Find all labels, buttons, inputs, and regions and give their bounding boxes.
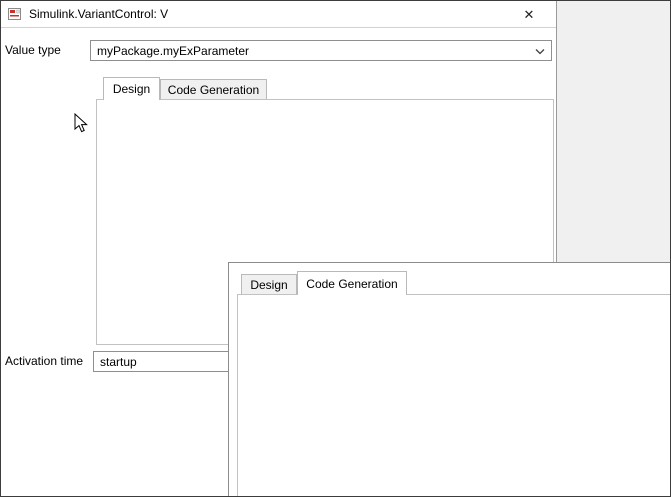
value-type-label: Value type: [5, 40, 61, 61]
value-type-combo[interactable]: myPackage.myExParameter: [90, 40, 552, 61]
mouse-cursor-icon: [74, 113, 88, 133]
activation-time-value: startup: [100, 355, 137, 369]
activation-time-label: Activation time: [5, 351, 83, 372]
window-title: Simulink.VariantControl: V: [29, 1, 168, 27]
dialog-icon: [7, 6, 23, 22]
tab-design[interactable]: Design: [103, 77, 160, 100]
value-type-value: myPackage.myExParameter: [97, 44, 249, 58]
code-generation-panel: Design Code Generation Storage class: my…: [228, 262, 670, 496]
close-icon[interactable]: ✕: [515, 4, 543, 25]
tab-code-generation[interactable]: Code Generation: [160, 79, 267, 99]
title-bar: Simulink.VariantControl: V ✕: [1, 1, 556, 28]
code-generation-tab-pane: [237, 294, 670, 496]
chevron-down-icon: [535, 49, 545, 55]
tab-code-generation[interactable]: Code Generation: [297, 271, 407, 295]
screenshot-root: Simulink.VariantControl: V ✕ Value type …: [0, 0, 671, 497]
tab-design[interactable]: Design: [241, 274, 297, 294]
